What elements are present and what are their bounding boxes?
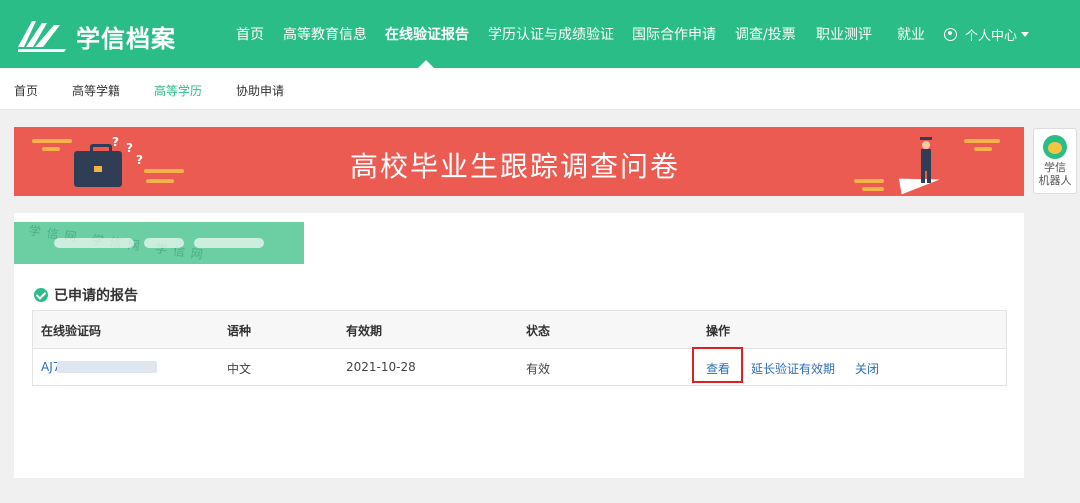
col-verification-code: 在线验证码 bbox=[41, 324, 102, 338]
nav-employment[interactable]: 就业 bbox=[897, 24, 925, 44]
subnav-assist-apply[interactable]: 协助申请 bbox=[236, 82, 284, 99]
nav-online-verification-report[interactable]: 在线验证报告 bbox=[385, 24, 469, 44]
subnav-home[interactable]: 首页 bbox=[14, 82, 38, 99]
user-center-menu[interactable]: 个人中心 bbox=[944, 25, 1030, 44]
applied-reports-title: 已申请的报告 bbox=[54, 288, 138, 304]
banner-decoration bbox=[862, 187, 884, 191]
banner-decoration bbox=[854, 179, 884, 183]
user-center-label: 个人中心 bbox=[965, 29, 1018, 44]
briefcase-icon bbox=[74, 144, 122, 187]
row-status: 有效 bbox=[526, 362, 551, 376]
logo-icon[interactable] bbox=[14, 17, 70, 53]
applied-reports-heading: 已申请的报告 bbox=[34, 285, 138, 305]
xuexin-robot-widget[interactable]: 学信 机器人 bbox=[1033, 128, 1077, 194]
nav-higher-edu-info[interactable]: 高等教育信息 bbox=[283, 24, 367, 44]
banner-title: 高校毕业生跟踪调查问卷 bbox=[350, 150, 681, 183]
robot-label-line1: 学信 bbox=[1044, 161, 1066, 174]
banner-decoration bbox=[974, 147, 992, 151]
survey-banner[interactable]: ? ? ? 高校毕业生跟踪调查问卷 bbox=[14, 127, 1024, 196]
nav-survey-vote[interactable]: 调查/投票 bbox=[735, 24, 796, 44]
nav-home[interactable]: 首页 bbox=[236, 24, 264, 44]
col-status: 状态 bbox=[526, 324, 551, 338]
user-icon bbox=[944, 28, 957, 41]
redacted-text bbox=[194, 238, 264, 248]
subnav-degree[interactable]: 高等学历 bbox=[154, 82, 202, 99]
close-report-button[interactable]: 关闭 bbox=[855, 360, 879, 377]
reports-table: 在线验证码 语种 有效期 状态 操作 AJ7C 中文 2021-10-28 有效… bbox=[32, 310, 1007, 386]
robot-label-line2: 机器人 bbox=[1038, 174, 1072, 187]
active-nav-indicator bbox=[418, 60, 434, 68]
col-language: 语种 bbox=[227, 324, 252, 338]
chevron-down-icon bbox=[1021, 32, 1030, 37]
row-language: 中文 bbox=[227, 362, 252, 376]
redacted-text bbox=[54, 238, 134, 248]
banner-decoration bbox=[144, 169, 184, 173]
table-header: 在线验证码 语种 有效期 状态 操作 bbox=[33, 311, 1006, 349]
graduate-figure-icon bbox=[920, 137, 932, 183]
banner-decoration bbox=[146, 179, 174, 183]
banner-decoration bbox=[42, 147, 60, 151]
question-mark: ? bbox=[112, 135, 119, 149]
view-report-button[interactable]: 查看 bbox=[706, 360, 730, 377]
question-mark: ? bbox=[126, 141, 133, 155]
question-mark: ? bbox=[136, 153, 143, 167]
user-info-watermark: 学信网 学信网 学信网 bbox=[14, 222, 304, 264]
col-actions: 操作 bbox=[706, 324, 731, 338]
banner-decoration bbox=[964, 139, 1000, 143]
robot-icon bbox=[1043, 135, 1067, 159]
banner-decoration bbox=[32, 139, 72, 143]
subnav-enrollment[interactable]: 高等学籍 bbox=[72, 82, 120, 99]
redacted-text bbox=[144, 238, 184, 248]
extend-validity-button[interactable]: 延长验证有效期 bbox=[751, 360, 835, 377]
row-expiry: 2021-10-28 bbox=[346, 360, 416, 374]
redacted-code bbox=[57, 361, 157, 373]
check-circle-icon bbox=[34, 288, 48, 302]
nav-degree-certification[interactable]: 学历认证与成绩验证 bbox=[488, 24, 614, 44]
top-navbar: 学信档案 首页 高等教育信息 在线验证报告 学历认证与成绩验证 国际合作申请 调… bbox=[0, 0, 1080, 68]
sub-navbar: 首页 高等学籍 高等学历 协助申请 bbox=[0, 68, 1080, 110]
table-row: AJ7C 中文 2021-10-28 有效 查看 延长验证有效期 关闭 bbox=[33, 347, 1006, 385]
report-panel: 学信网 学信网 学信网 已申请的报告 在线验证码 语种 有效期 状态 操作 AJ… bbox=[14, 213, 1024, 478]
col-expiry: 有效期 bbox=[346, 324, 383, 338]
nav-international-cooperation[interactable]: 国际合作申请 bbox=[632, 24, 716, 44]
nav-career-assessment[interactable]: 职业测评 bbox=[816, 24, 872, 44]
logo-text[interactable]: 学信档案 bbox=[76, 19, 176, 54]
